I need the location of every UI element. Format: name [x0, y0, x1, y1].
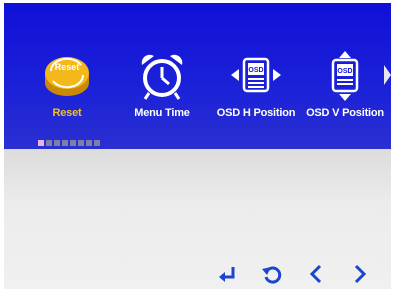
menu-item-reset[interactable]: Reset Reset — [22, 51, 112, 126]
left-icon[interactable] — [305, 263, 327, 285]
osd-screen: Reset Reset Menu Time OSD OSD H Position… — [4, 3, 391, 289]
menu-item-label: OSD V Position — [306, 107, 384, 119]
osd-lower-area — [4, 149, 391, 289]
menu-item-label: OSD H Position — [216, 107, 296, 119]
osd-v-position-icon: OSD — [331, 51, 359, 101]
svg-text:Reset: Reset — [55, 62, 80, 72]
menu-item-osd-v-position[interactable]: OSD OSD V Position — [300, 51, 390, 126]
page-dot — [70, 140, 76, 146]
scroll-right-icon[interactable] — [384, 65, 391, 85]
page-dot — [94, 140, 100, 146]
page-dot — [46, 140, 52, 146]
menu-item-osd-h-position[interactable]: OSD OSD H Position — [211, 51, 301, 126]
osd-menu-bar: Reset Reset Menu Time OSD OSD H Position… — [4, 3, 391, 149]
menu-item-label: Reset — [52, 107, 82, 119]
page-dot — [86, 140, 92, 146]
alarm-clock-icon — [141, 54, 183, 100]
enter-icon[interactable] — [217, 263, 239, 285]
return-icon[interactable] — [261, 263, 283, 285]
osd-h-position-icon: OSD — [231, 57, 281, 93]
page-dot — [54, 140, 60, 146]
right-icon[interactable] — [349, 263, 371, 285]
svg-text:OSD: OSD — [248, 67, 263, 74]
osd-nav-buttons — [217, 263, 371, 285]
menu-item-menu-time[interactable]: Menu Time — [117, 51, 207, 126]
reset-icon: Reset — [45, 57, 89, 96]
page-dot-active — [38, 140, 44, 146]
page-indicator — [38, 140, 100, 146]
page-dot — [78, 140, 84, 146]
svg-text:OSD: OSD — [337, 68, 352, 75]
menu-item-label: Menu Time — [134, 107, 190, 119]
page-dot — [62, 140, 68, 146]
